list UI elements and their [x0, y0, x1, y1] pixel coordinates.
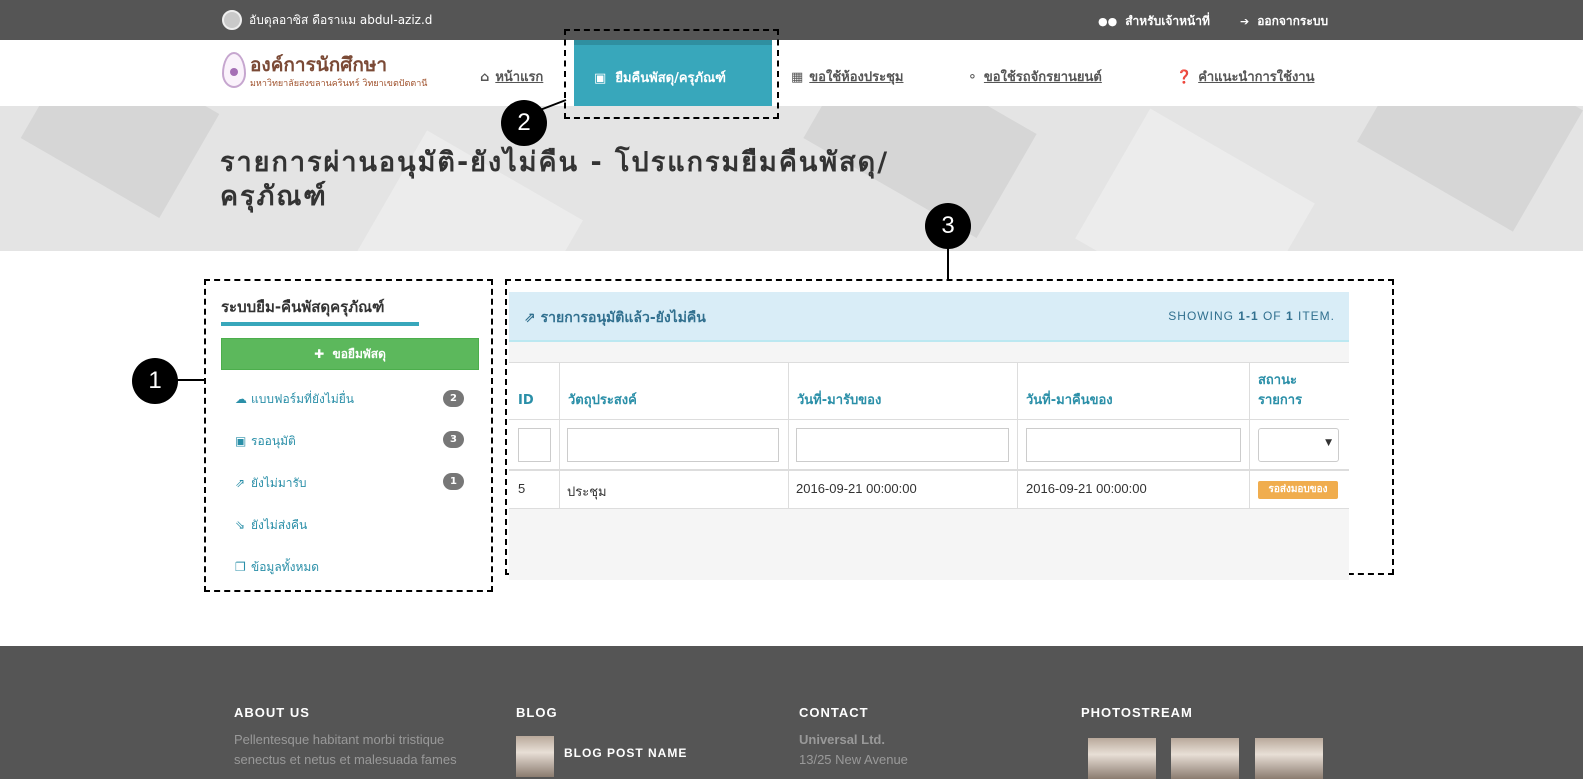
- sidebar-item-not-returned[interactable]: ⇘ ยังไม่ส่งคืน: [235, 516, 307, 535]
- panel-title: รายการอนุมัติแล้ว-ยังไม่คืน: [540, 310, 706, 326]
- filter-return-date-input[interactable]: [1026, 428, 1241, 462]
- blog-post-thumbnail[interactable]: [516, 736, 554, 777]
- sidebar-item-all[interactable]: ❐ ข้อมูลทั้งหมด: [235, 558, 319, 577]
- footer-photostream-title: PHOTOSTREAM: [1081, 705, 1193, 720]
- column-divider: [559, 363, 560, 509]
- column-header-return-date[interactable]: วันที่-มาคืนของ: [1026, 391, 1113, 411]
- filter-id-input[interactable]: [518, 428, 551, 462]
- cell-purpose: ประชุม: [567, 484, 607, 499]
- annotation-badge-2: 2: [501, 100, 547, 146]
- sidebar-count-pending: 3: [443, 431, 464, 448]
- annotation-badge-1: 1: [132, 358, 178, 404]
- inbox-icon: ▣: [235, 434, 247, 448]
- column-divider: [788, 363, 789, 509]
- borrow-request-button[interactable]: ✚ ขอยืมพัสดุ: [221, 338, 479, 370]
- sidebar-item-label: แบบฟอร์มที่ยังไม่ยื่น: [251, 392, 355, 406]
- photostream-thumbnail[interactable]: [1088, 738, 1156, 779]
- summary-prefix: SHOWING: [1168, 309, 1239, 323]
- row-divider: [509, 469, 1349, 471]
- column-header-id[interactable]: ID: [518, 391, 534, 411]
- row-divider: [509, 419, 1349, 420]
- filter-pickup-date-input[interactable]: [796, 428, 1009, 462]
- borrow-request-button-label: ขอยืมพัสดุ: [332, 347, 386, 361]
- export-icon: ⇗: [524, 310, 536, 326]
- sidebar-count-drafts: 2: [443, 390, 464, 407]
- cell-id: 5: [518, 481, 526, 496]
- photostream-thumbnail[interactable]: [1171, 738, 1239, 779]
- sidebar-title: ระบบยืม-คืนพัสดุครุภัณฑ์: [221, 298, 385, 316]
- footer-about-text: Pellentesque habitant morbi tristique se…: [234, 732, 457, 767]
- sidebar-item-label: ยังไม่ส่งคืน: [251, 518, 308, 532]
- summary-range: 1-1: [1238, 309, 1259, 323]
- caret-down-icon: ▼: [1325, 438, 1332, 448]
- files-icon: ❐: [235, 560, 246, 574]
- filter-purpose-input[interactable]: [567, 428, 779, 462]
- sidebar-item-drafts[interactable]: ☁ แบบฟอร์มที่ยังไม่ยื่น: [235, 390, 354, 409]
- panel-summary: SHOWING 1-1 OF 1 ITEM.: [1168, 309, 1335, 323]
- column-divider: [1017, 363, 1018, 509]
- summary-mid: OF: [1258, 309, 1286, 323]
- sidebar-title-underline: [221, 322, 419, 326]
- footer-contact-title: CONTACT: [799, 705, 869, 720]
- sidebar-item-label: ยังไม่มารับ: [251, 476, 307, 490]
- column-header-status[interactable]: สถานะ รายการ: [1258, 371, 1318, 411]
- footer-contact-address: 13/25 New Avenue: [799, 752, 908, 767]
- panel-header: ⇗ รายการอนุมัติแล้ว-ยังไม่คืน SHOWING 1-…: [509, 292, 1349, 342]
- site-footer: ABOUT US Pellentesque habitant morbi tri…: [0, 646, 1583, 779]
- column-divider: [1249, 363, 1250, 509]
- cell-return-date: 2016-09-21 00:00:00: [1026, 481, 1147, 496]
- footer-about-title: ABOUT US: [234, 705, 310, 720]
- records-table: ID วัตถุประสงค์ วันที่-มารับของ วันที่-ม…: [509, 362, 1349, 509]
- footer-blog-title: BLOG: [516, 705, 558, 720]
- footer-blog-post[interactable]: BLOG POST NAME: [564, 746, 687, 760]
- sidebar-count-not-picked: 1: [443, 473, 464, 490]
- export-icon: ⇗: [235, 476, 246, 490]
- sidebar-item-label: รออนุมัติ: [251, 434, 296, 448]
- sidebar-item-pending[interactable]: ▣ รออนุมัติ: [235, 432, 296, 451]
- cloud-upload-icon: ☁: [235, 392, 247, 406]
- filter-status-select[interactable]: ▼: [1258, 428, 1339, 462]
- sidebar-item-label: ข้อมูลทั้งหมด: [251, 560, 320, 574]
- row-divider: [509, 508, 1349, 509]
- column-header-pickup-date[interactable]: วันที่-มารับของ: [797, 391, 881, 411]
- summary-total: 1: [1285, 309, 1294, 323]
- annotation-badge-3: 3: [925, 203, 971, 249]
- status-badge: รอส่งมอบของ: [1258, 481, 1338, 499]
- sidebar-item-not-picked[interactable]: ⇗ ยังไม่มารับ: [235, 474, 307, 493]
- photostream-thumbnail[interactable]: [1255, 738, 1323, 779]
- footer-contact-company: Universal Ltd.: [799, 732, 885, 747]
- plus-icon: ✚: [314, 347, 325, 361]
- import-icon: ⇘: [235, 518, 246, 532]
- summary-suffix: ITEM.: [1293, 309, 1335, 323]
- column-header-purpose[interactable]: วัตถุประสงค์: [568, 391, 637, 411]
- cell-pickup-date: 2016-09-21 00:00:00: [796, 481, 917, 496]
